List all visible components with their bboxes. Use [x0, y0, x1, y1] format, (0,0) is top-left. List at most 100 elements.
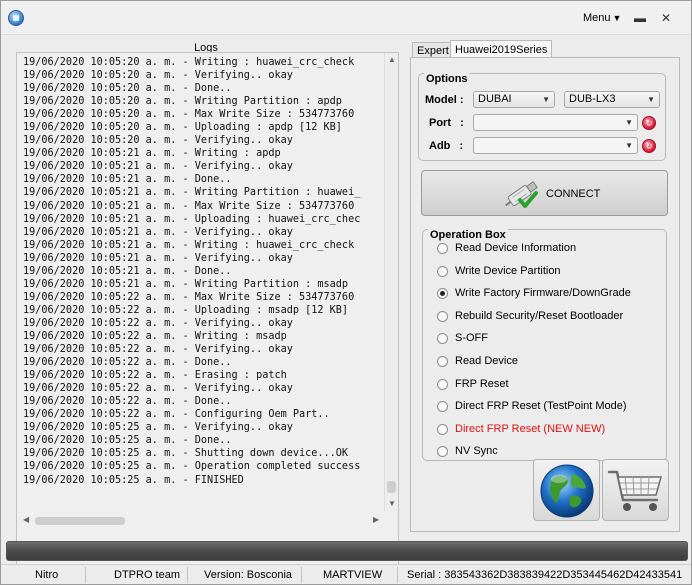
- logs-horizontal-scrollbar[interactable]: ◀ ▶: [23, 514, 383, 528]
- status-brand: MARTVIEW: [323, 569, 383, 581]
- status-serial: Serial : 383543362D383839422D353445462D4…: [407, 569, 683, 581]
- progress-bar: [6, 541, 688, 561]
- chevron-down-icon: ▼: [647, 95, 655, 104]
- port-refresh-icon[interactable]: ↻: [642, 116, 656, 130]
- log-line: 19/06/2020 10:05:21 a. m. - Verifying.. …: [23, 161, 293, 173]
- app-logo-icon: [8, 10, 24, 26]
- log-line: 19/06/2020 10:05:20 a. m. - Max Write Si…: [23, 109, 355, 121]
- status-version: Version: Bosconia: [204, 569, 293, 581]
- radio-button[interactable]: [437, 378, 448, 390]
- operation-option-label: Read Device: [455, 355, 518, 367]
- scroll-left-arrow-icon[interactable]: ◀: [23, 515, 29, 524]
- log-line: 19/06/2020 10:05:22 a. m. - Done..: [23, 396, 232, 408]
- connect-button[interactable]: CONNECT: [421, 170, 668, 216]
- radio-button[interactable]: [437, 423, 448, 435]
- options-title: Options: [424, 73, 470, 85]
- adb-select[interactable]: ▼: [473, 137, 638, 154]
- close-button[interactable]: ✕: [657, 10, 675, 26]
- radio-button[interactable]: [437, 356, 448, 367]
- variant-select-value: DUB-LX3: [569, 93, 616, 105]
- log-line: 19/06/2020 10:05:21 a. m. - Done..: [23, 174, 232, 186]
- operation-box-title: Operation Box: [428, 229, 508, 241]
- radio-button[interactable]: [437, 265, 448, 277]
- log-line: 19/06/2020 10:05:25 a. m. - Shutting dow…: [23, 448, 349, 460]
- log-line: 19/06/2020 10:05:22 a. m. - Writing : ms…: [23, 330, 287, 342]
- globe-icon: [540, 464, 594, 518]
- variant-select[interactable]: DUB-LX3 ▼: [564, 91, 660, 108]
- operation-box-group: Operation Box Read Device Information Wri…: [422, 229, 667, 461]
- logs-panel: Logs 19/06/2020 10:05:20 a. m. - Writing…: [4, 42, 404, 570]
- log-line: 19/06/2020 10:05:21 a. m. - Max Write Si…: [23, 200, 355, 212]
- log-line: 19/06/2020 10:05:20 a. m. - Verifying.. …: [23, 135, 293, 147]
- log-line: 19/06/2020 10:05:21 a. m. - Verifying.. …: [23, 226, 293, 238]
- logs-textbox[interactable]: 19/06/2020 10:05:20 a. m. - Writing : hu…: [16, 52, 399, 570]
- operation-option-label: Write Device Partition: [455, 264, 561, 277]
- log-line: 19/06/2020 10:05:22 a. m. - Uploading : …: [23, 304, 349, 316]
- log-line: 19/06/2020 10:05:22 a. m. - Verifying.. …: [23, 383, 293, 395]
- operation-option-label: NV Sync: [455, 445, 498, 458]
- log-line: 19/06/2020 10:05:25 a. m. - Done..: [23, 435, 232, 447]
- menu-caret-icon: ▼: [612, 13, 622, 23]
- status-separator: [397, 567, 398, 583]
- chevron-down-icon: ▼: [625, 118, 633, 127]
- log-line: 19/06/2020 10:05:21 a. m. - Writing : ap…: [23, 148, 281, 160]
- log-line: 19/06/2020 10:05:25 a. m. - Operation co…: [23, 461, 361, 473]
- options-group: Options Model : DUBAI ▼ DUB-LX3 ▼ Port :…: [418, 73, 666, 161]
- globe-button[interactable]: [533, 459, 600, 521]
- radio-button[interactable]: [437, 446, 448, 458]
- log-line: 19/06/2020 10:05:21 a. m. - Writing Part…: [23, 278, 349, 290]
- log-lines: 19/06/2020 10:05:20 a. m. - Writing : hu…: [23, 56, 378, 512]
- status-separator: [301, 567, 302, 583]
- status-team: DTPRO team: [114, 569, 181, 581]
- operation-option-label: Read Device Information: [455, 242, 577, 254]
- operation-option-label: FRP Reset: [455, 377, 509, 390]
- operation-option-label: Write Factory Firmware/DownGrade: [455, 287, 631, 300]
- log-line: 19/06/2020 10:05:22 a. m. - Verifying.. …: [23, 317, 293, 329]
- log-line: 19/06/2020 10:05:20 a. m. - Uploading : …: [23, 122, 342, 134]
- model-select[interactable]: DUBAI ▼: [473, 91, 555, 108]
- shopping-cart-icon: [607, 470, 662, 511]
- chevron-down-icon: ▼: [625, 141, 633, 150]
- radio-button[interactable]: [437, 310, 448, 322]
- logs-vertical-scrollbar[interactable]: ▲ ▼: [384, 53, 398, 511]
- operation-option-label: Direct FRP Reset (TestPoint Mode): [455, 400, 627, 413]
- adb-refresh-icon[interactable]: ↻: [642, 139, 656, 153]
- radio-button[interactable]: [437, 288, 448, 300]
- radio-button[interactable]: [437, 333, 448, 345]
- adb-label: Adb :: [429, 140, 464, 152]
- radio-button[interactable]: [437, 243, 448, 254]
- connect-label: CONNECT: [546, 188, 601, 200]
- status-bar: Nitro DTPRO team Version: Bosconia MARTV…: [1, 564, 691, 584]
- log-line: 19/06/2020 10:05:22 a. m. - Done..: [23, 357, 232, 369]
- logs-horizontal-scroll-thumb[interactable]: [35, 517, 125, 525]
- log-line: 19/06/2020 10:05:22 a. m. - Max Write Si…: [23, 291, 355, 303]
- log-line: 19/06/2020 10:05:25 a. m. - Verifying.. …: [23, 422, 293, 434]
- shop-button[interactable]: [602, 459, 669, 521]
- log-line: 19/06/2020 10:05:22 a. m. - Verifying.. …: [23, 344, 293, 356]
- log-line: 19/06/2020 10:05:22 a. m. - Configuring …: [23, 409, 330, 421]
- log-line: 19/06/2020 10:05:20 a. m. - Writing Part…: [23, 96, 342, 108]
- menu-button[interactable]: Menu ▼: [583, 12, 621, 24]
- log-line: 19/06/2020 10:05:25 a. m. - FINISHED: [23, 474, 244, 486]
- radio-button[interactable]: [437, 401, 448, 413]
- model-select-value: DUBAI: [478, 93, 512, 105]
- log-line: 19/06/2020 10:05:21 a. m. - Uploading : …: [23, 213, 361, 225]
- port-select[interactable]: ▼: [473, 114, 638, 131]
- log-line: 19/06/2020 10:05:22 a. m. - Erasing : pa…: [23, 370, 287, 382]
- log-line: 19/06/2020 10:05:20 a. m. - Verifying.. …: [23, 70, 293, 82]
- scroll-right-arrow-icon[interactable]: ▶: [373, 515, 379, 524]
- usb-plug-check-icon: [505, 181, 538, 208]
- tab-expert[interactable]: Expert: [412, 42, 454, 58]
- log-line: 19/06/2020 10:05:20 a. m. - Done..: [23, 83, 232, 95]
- scroll-up-arrow-icon[interactable]: ▲: [388, 55, 396, 64]
- status-separator: [85, 567, 86, 583]
- logs-vertical-scroll-thumb[interactable]: [387, 481, 396, 493]
- operation-option-label: Rebuild Security/Reset Bootloader: [455, 309, 624, 322]
- log-line: 19/06/2020 10:05:20 a. m. - Writing : hu…: [23, 57, 355, 68]
- minimize-button[interactable]: ▬: [631, 10, 649, 26]
- status-nitro: Nitro: [35, 569, 59, 581]
- scroll-down-arrow-icon[interactable]: ▼: [388, 499, 396, 508]
- app-window: Menu ▼ ▬ ✕ Logs 19/06/2020 10:05:20 a. m.…: [0, 0, 692, 585]
- log-line: 19/06/2020 10:05:21 a. m. - Done..: [23, 265, 232, 277]
- log-line: 19/06/2020 10:05:21 a. m. - Writing Part…: [23, 187, 361, 199]
